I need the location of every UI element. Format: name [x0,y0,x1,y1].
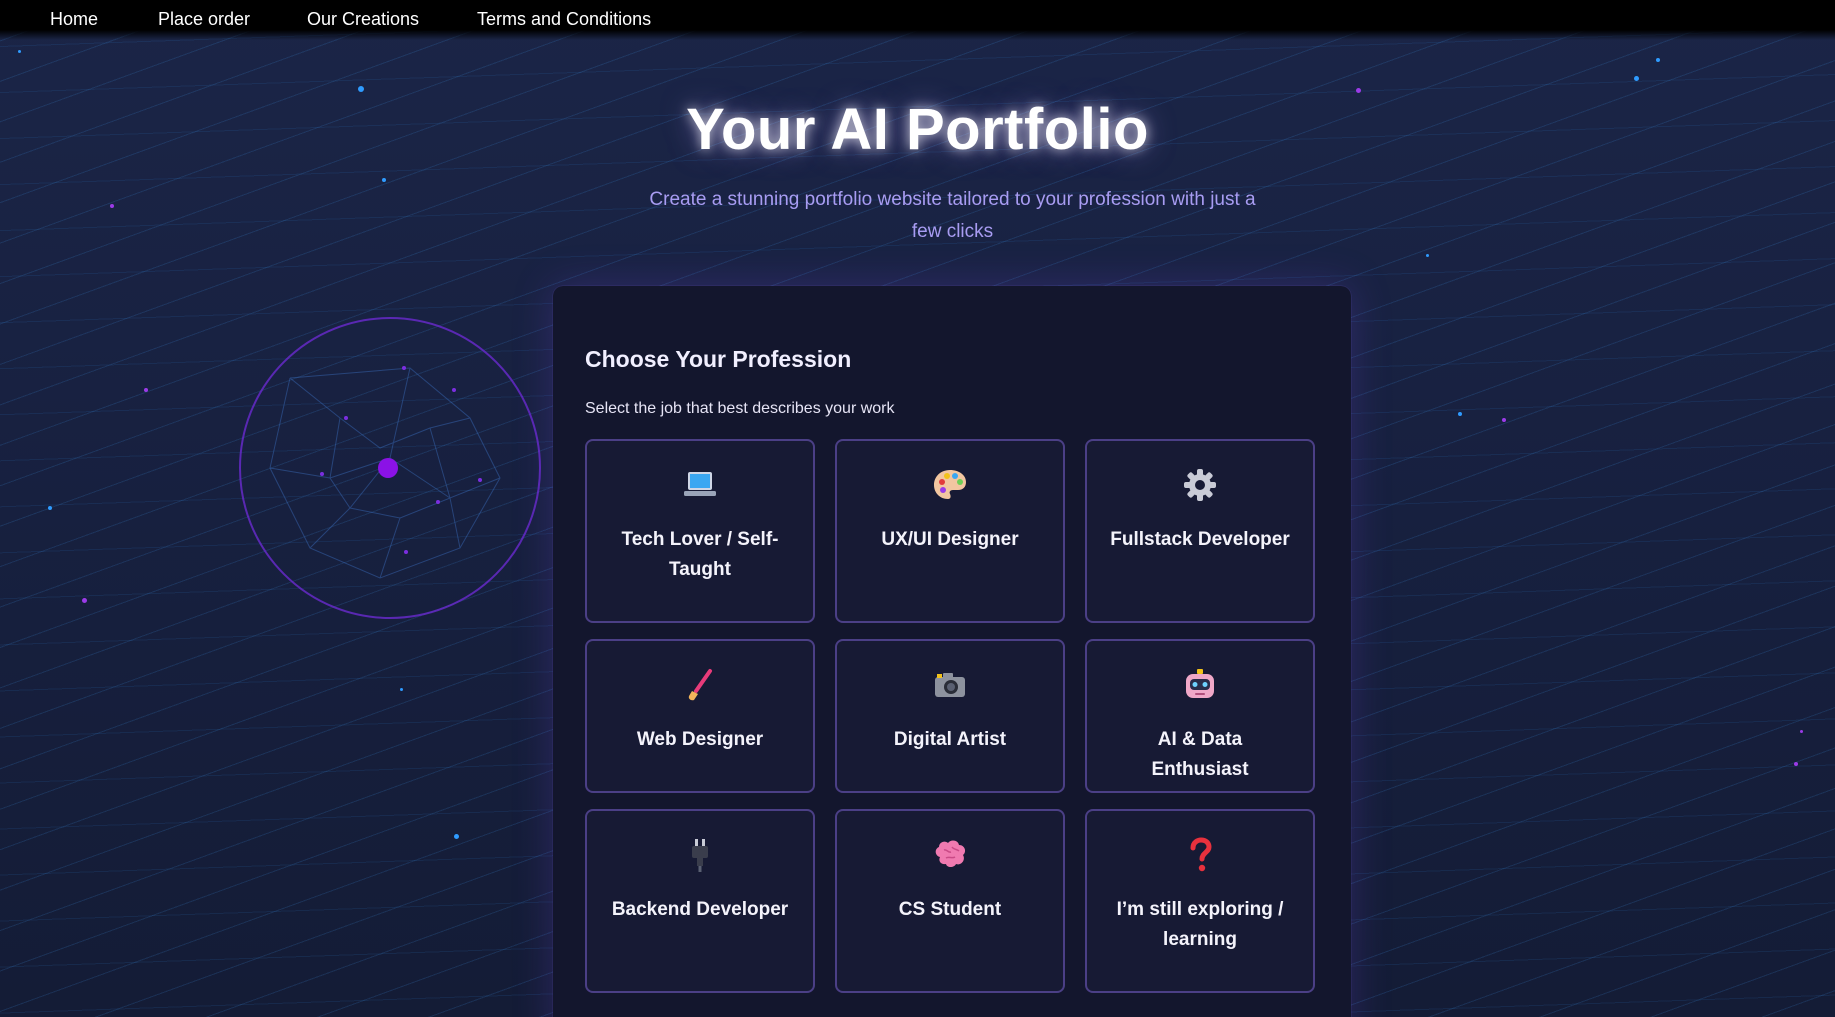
particle [82,598,87,603]
profession-option-label: Tech Lover / Self-Taught [621,529,779,580]
profession-option-label: I’m still exploring / learning [1116,899,1284,950]
particle [144,388,148,392]
profession-option-label: Web Designer [636,729,764,750]
paintbrush-icon [688,669,712,701]
particle [1794,762,1798,766]
profession-option-web-designer[interactable]: Web Designer [585,639,815,793]
brain-icon [935,840,966,867]
laptop-icon [684,472,716,496]
nav-our-creations-link[interactable]: Our Creations [307,9,419,30]
nav-home-link[interactable]: Home [50,9,98,30]
robot-icon [1186,669,1214,698]
nav-place-order-link[interactable]: Place order [158,9,250,30]
plug-icon [692,839,708,872]
profession-subtitle: Select the job that best describes your … [585,400,895,417]
top-navbar: Home Place order Our Creations Terms and… [0,0,1835,40]
profession-option-label: Digital Artist [893,729,1007,750]
question-mark-icon [1190,837,1212,872]
particle [18,50,21,53]
page-background: Home Place order Our Creations Terms and… [0,0,1835,1017]
profession-option-cs-student[interactable]: CS Student [835,809,1065,993]
particle [358,86,364,92]
camera-icon [935,673,965,697]
particle [48,506,52,510]
nav-terms-link[interactable]: Terms and Conditions [477,9,651,30]
gear-icon [1184,469,1216,501]
page-title: Your AI Portfolio [686,97,1149,162]
particle [1502,418,1506,422]
profession-option-label: Fullstack Developer [1110,529,1290,550]
particle [110,204,114,208]
profession-option-label: Backend Developer [611,899,789,920]
profession-option-backend-developer[interactable]: Backend Developer [585,809,815,993]
profession-title: Choose Your Profession [585,346,852,372]
profession-option-fullstack-developer[interactable]: Fullstack Developer [1085,439,1315,623]
particle [1656,58,1660,62]
profession-option-label: UX/UI Designer [881,529,1019,550]
profession-option-ai-data-enthusiast[interactable]: AI & Data Enthusiast [1085,639,1315,793]
profession-card: Choose Your Profession Select the job th… [553,286,1351,1017]
particle [400,688,403,691]
particle [382,178,386,182]
particle [1458,412,1462,416]
profession-option-label: AI & Data Enthusiast [1151,729,1249,780]
profession-option-label: CS Student [898,899,1002,920]
particle [1356,88,1361,93]
particle [1634,76,1639,81]
particle [1426,254,1429,257]
profession-option-digital-artist[interactable]: Digital Artist [835,639,1065,793]
profession-option-still-exploring[interactable]: I’m still exploring / learning [1085,809,1315,993]
page-subtitle: Create a stunning portfolio website tail… [649,189,1256,242]
network-globe-icon [239,317,541,619]
profession-option-tech-lover[interactable]: Tech Lover / Self-Taught [585,439,815,623]
profession-option-ux-ui-designer[interactable]: UX/UI Designer [835,439,1065,623]
particle [1800,730,1803,733]
particle [454,834,459,839]
palette-icon [934,470,966,499]
